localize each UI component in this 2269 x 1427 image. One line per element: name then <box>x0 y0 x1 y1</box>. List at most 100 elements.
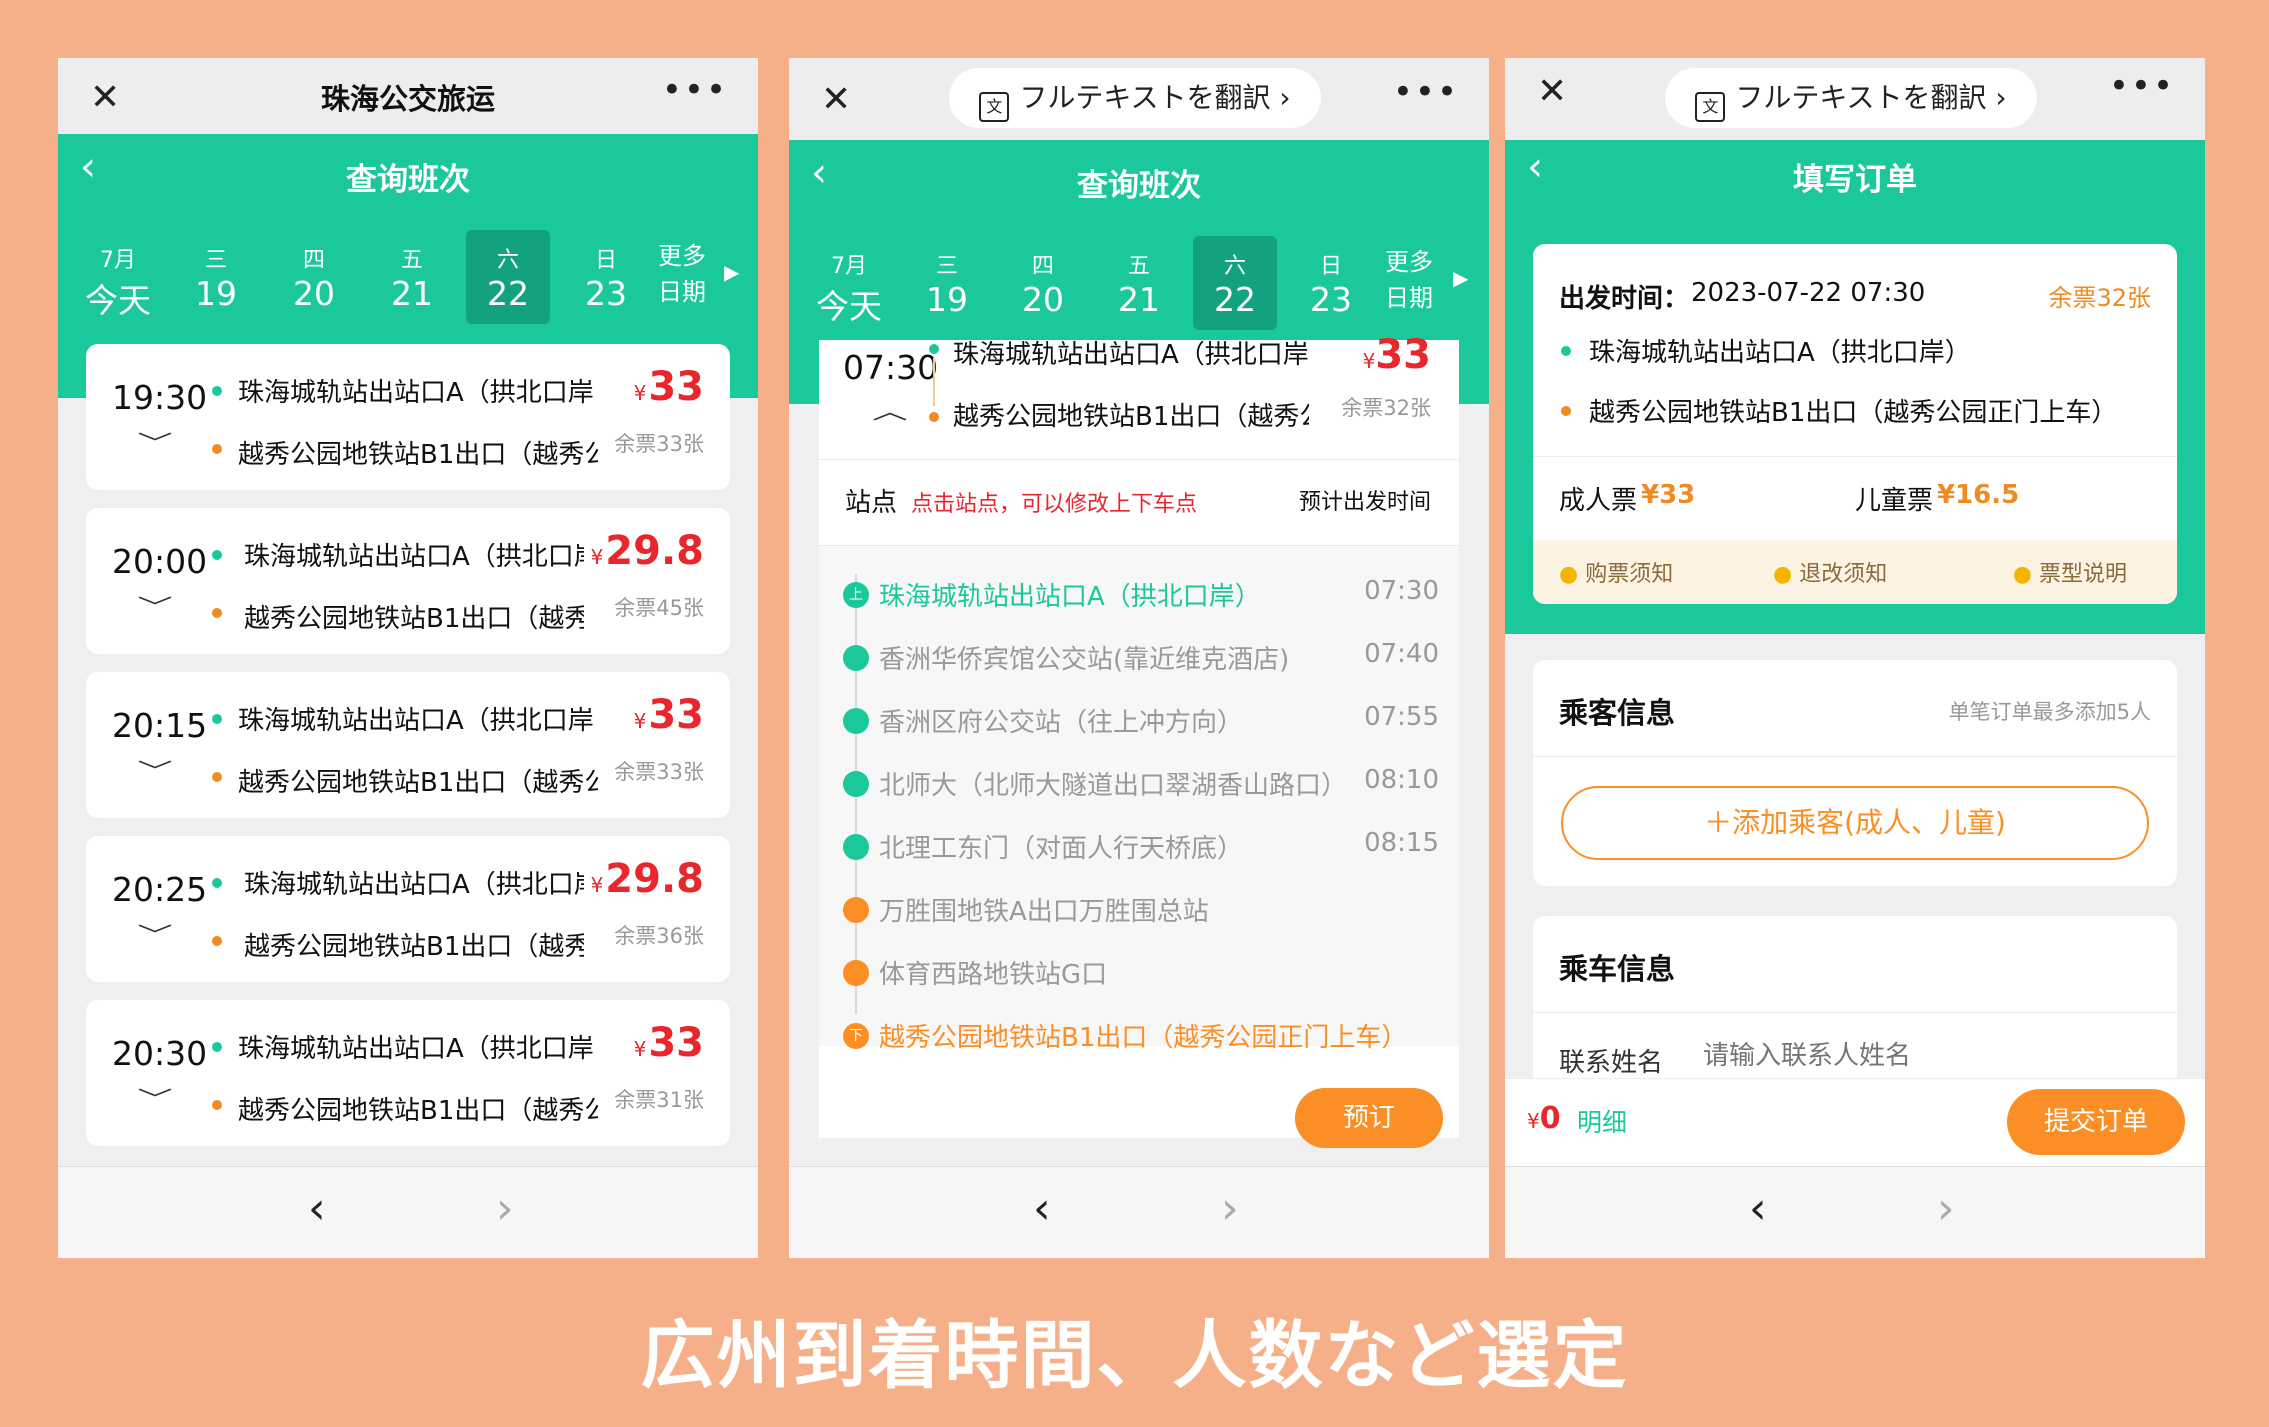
submit-order-button[interactable]: 提交订单 <box>2007 1089 2185 1155</box>
stop-item[interactable]: 北师大（北师大隧道出口翠湖香山路口） 08:10 <box>843 761 1439 811</box>
chevron-down-icon[interactable]: ﹀ <box>137 754 172 786</box>
date-item[interactable]: 五 21 <box>370 230 454 324</box>
stop-dot-icon <box>843 708 869 734</box>
close-icon[interactable]: ✕ <box>1537 74 1567 110</box>
more-icon[interactable]: ••• <box>1393 72 1459 112</box>
purchase-notice-link[interactable]: ● 购票须知 <box>1559 556 1673 588</box>
origin-dot-icon <box>212 1042 222 1052</box>
date-week: 三 <box>935 254 958 279</box>
stop-item[interactable]: 北理工东门（对面人行天桥底） 08:15 <box>843 824 1439 874</box>
book-button[interactable]: 预订 <box>1295 1088 1443 1148</box>
date-week: 五 <box>400 248 423 273</box>
nav-forward-icon[interactable]: › <box>1221 1183 1239 1234</box>
order-origin: 珠海城轨站出站口A（拱北口岸） <box>1589 338 1971 368</box>
date-day: 23 <box>585 274 627 313</box>
stop-time: 07:55 <box>1364 702 1439 732</box>
close-icon[interactable]: ✕ <box>821 82 851 118</box>
phone-screen-trip-stops: ✕ 文フルテキストを翻訳 › ••• ‹ 查询班次 7月 今天 三 19 四 20 五… <box>789 58 1489 1258</box>
nav-forward-icon[interactable]: › <box>496 1183 514 1234</box>
wechat-title-bar: ✕ 珠海公交旅运 ••• <box>58 58 758 134</box>
stop-time: 08:15 <box>1364 828 1439 858</box>
chevron-down-icon[interactable]: ﹀ <box>137 426 172 458</box>
date-item[interactable]: 五 21 <box>1097 236 1181 330</box>
ticket-type-notice-link[interactable]: ● 票型说明 <box>2013 556 2127 588</box>
origin-dot-icon <box>212 550 222 560</box>
chevron-right-icon[interactable]: ▶ <box>1453 266 1468 290</box>
contact-name-input[interactable] <box>1703 1036 2003 1076</box>
date-day: 今天 <box>816 287 882 326</box>
trip-origin: 珠海城轨站出站口A（拱北口岸 <box>238 378 594 408</box>
chevron-down-icon[interactable]: ﹀ <box>137 918 172 950</box>
origin-dot-icon <box>1561 346 1571 356</box>
trip-origin: 珠海城轨站出站口A（拱北口岸 <box>244 870 584 900</box>
date-item[interactable]: 四 20 <box>1001 236 1085 330</box>
stop-item-boarding[interactable]: 上珠海城轨站出站口A（拱北口岸） 07:30 <box>843 572 1439 622</box>
chevron-down-icon[interactable]: ﹀ <box>137 1082 172 1114</box>
trip-card[interactable]: 19:30 ﹀ 珠海城轨站出站口A（拱北口岸 越秀公园地铁站B1出口（越秀公 ¥… <box>86 344 730 490</box>
trip-card[interactable]: 20:25 ﹀ 珠海城轨站出站口A（拱北口岸 越秀公园地铁站B1出口（越秀公 ¥… <box>86 836 730 982</box>
trip-price: ¥29.8 <box>591 528 704 574</box>
stop-item[interactable]: 香洲华侨宾馆公交站(靠近维克酒店) 07:40 <box>843 635 1439 685</box>
board-icon: 上 <box>843 582 869 608</box>
remaining-tickets: 余票33张 <box>614 432 704 456</box>
translate-button[interactable]: 文フルテキストを翻訳 › <box>949 68 1321 128</box>
chevron-down-icon[interactable]: ﹀ <box>137 590 172 622</box>
date-selector: 7月 今天 三 19 四 20 五 21 六 22 日 23 更多 日期 ▶ <box>789 236 1489 340</box>
divider <box>1533 756 2177 757</box>
nav-forward-icon[interactable]: › <box>1937 1183 1955 1234</box>
destination-dot-icon <box>212 936 222 946</box>
date-item[interactable]: 三 19 <box>905 236 989 330</box>
nav-back-icon[interactable]: ‹ <box>1033 1183 1051 1234</box>
date-item-selected[interactable]: 六 22 <box>466 230 550 324</box>
origin-dot-icon <box>212 386 222 396</box>
stop-item[interactable]: 万胜围地铁A出口万胜围总站 <box>843 887 1439 937</box>
currency-symbol: ¥ <box>633 709 647 733</box>
date-item[interactable]: 四 20 <box>272 230 356 324</box>
trip-card[interactable]: 20:15 ﹀ 珠海城轨站出站口A（拱北口岸 越秀公园地铁站B1出口（越秀公 ¥… <box>86 672 730 818</box>
notice-label: 购票须知 <box>1585 562 1674 587</box>
date-item[interactable]: 三 19 <box>174 230 258 324</box>
currency-symbol: ¥ <box>1527 1109 1540 1133</box>
nav-back-icon[interactable]: ‹ <box>308 1183 326 1234</box>
date-week: 三 <box>204 248 227 273</box>
date-item[interactable]: 日 23 <box>1289 236 1373 330</box>
trip-card[interactable]: 20:30 ﹀ 珠海城轨站出站口A（拱北口岸 越秀公园地铁站B1出口（越秀公 ¥… <box>86 1000 730 1146</box>
trip-card[interactable]: 20:00 ﹀ 珠海城轨站出站口A（拱北口岸 越秀公园地铁站B1出口（越秀公 ¥… <box>86 508 730 654</box>
refund-notice-link[interactable]: ● 退改须知 <box>1773 556 1887 588</box>
translate-button[interactable]: 文フルテキストを翻訳 › <box>1665 68 2037 128</box>
price-detail-link[interactable]: 明细 <box>1577 1103 1627 1139</box>
currency-symbol: ¥ <box>590 873 604 897</box>
chevron-right-icon[interactable]: ▶ <box>724 260 739 284</box>
stop-name: 万胜围地铁A出口万胜围总站 <box>879 897 1209 927</box>
chevron-up-icon[interactable]: ︿ <box>872 394 907 426</box>
trip-time: 20:25 <box>112 870 208 909</box>
remaining-tickets: 余票32张 <box>2048 284 2151 312</box>
more-dates-button[interactable]: 更多 日期 <box>642 238 722 310</box>
nav-back-icon[interactable]: ‹ <box>1749 1183 1767 1234</box>
order-destination: 越秀公园地铁站B1出口（越秀公园正门上车） <box>1589 398 2118 428</box>
translate-icon: 文 <box>979 92 1010 122</box>
more-icon[interactable]: ••• <box>662 70 728 110</box>
add-passenger-button[interactable]: ＋添加乘客(成人、儿童) <box>1561 786 2149 860</box>
currency-symbol: ¥ <box>1362 349 1376 373</box>
more-icon[interactable]: ••• <box>2109 66 2175 106</box>
stop-dot-icon <box>843 960 869 986</box>
date-week: 六 <box>1223 254 1246 279</box>
date-item[interactable]: 日 23 <box>564 230 648 324</box>
adult-ticket-price: ¥33 <box>1641 480 1696 510</box>
date-week: 四 <box>302 248 325 273</box>
stop-item[interactable]: 体育西路地铁站G口 <box>843 950 1439 1000</box>
stop-item-alighting[interactable]: 下越秀公园地铁站B1出口（越秀公园正门上车） <box>843 1013 1439 1063</box>
trip-summary[interactable]: 07:30 ︿ 珠海城轨站出站口A（拱北口岸 越秀公园地铁站B1出口（越秀公 ¥… <box>819 332 1459 460</box>
date-item[interactable]: 7月 今天 <box>76 230 160 324</box>
date-day: 21 <box>1118 280 1160 319</box>
date-item-selected[interactable]: 六 22 <box>1193 236 1277 330</box>
date-item[interactable]: 7月 今天 <box>807 236 891 330</box>
notice-bar: ● 购票须知 ● 退改须知 ● 票型说明 <box>1533 540 2177 604</box>
more-dates-button[interactable]: 更多 日期 <box>1369 244 1449 316</box>
price-value: 33 <box>648 364 704 410</box>
currency-symbol: ¥ <box>633 381 647 405</box>
stop-item[interactable]: 香洲区府公交站（往上冲方向） 07:55 <box>843 698 1439 748</box>
stops-hint: 点击站点，可以修改上下车点 <box>911 492 1198 517</box>
remaining-tickets: 余票36张 <box>614 924 704 948</box>
